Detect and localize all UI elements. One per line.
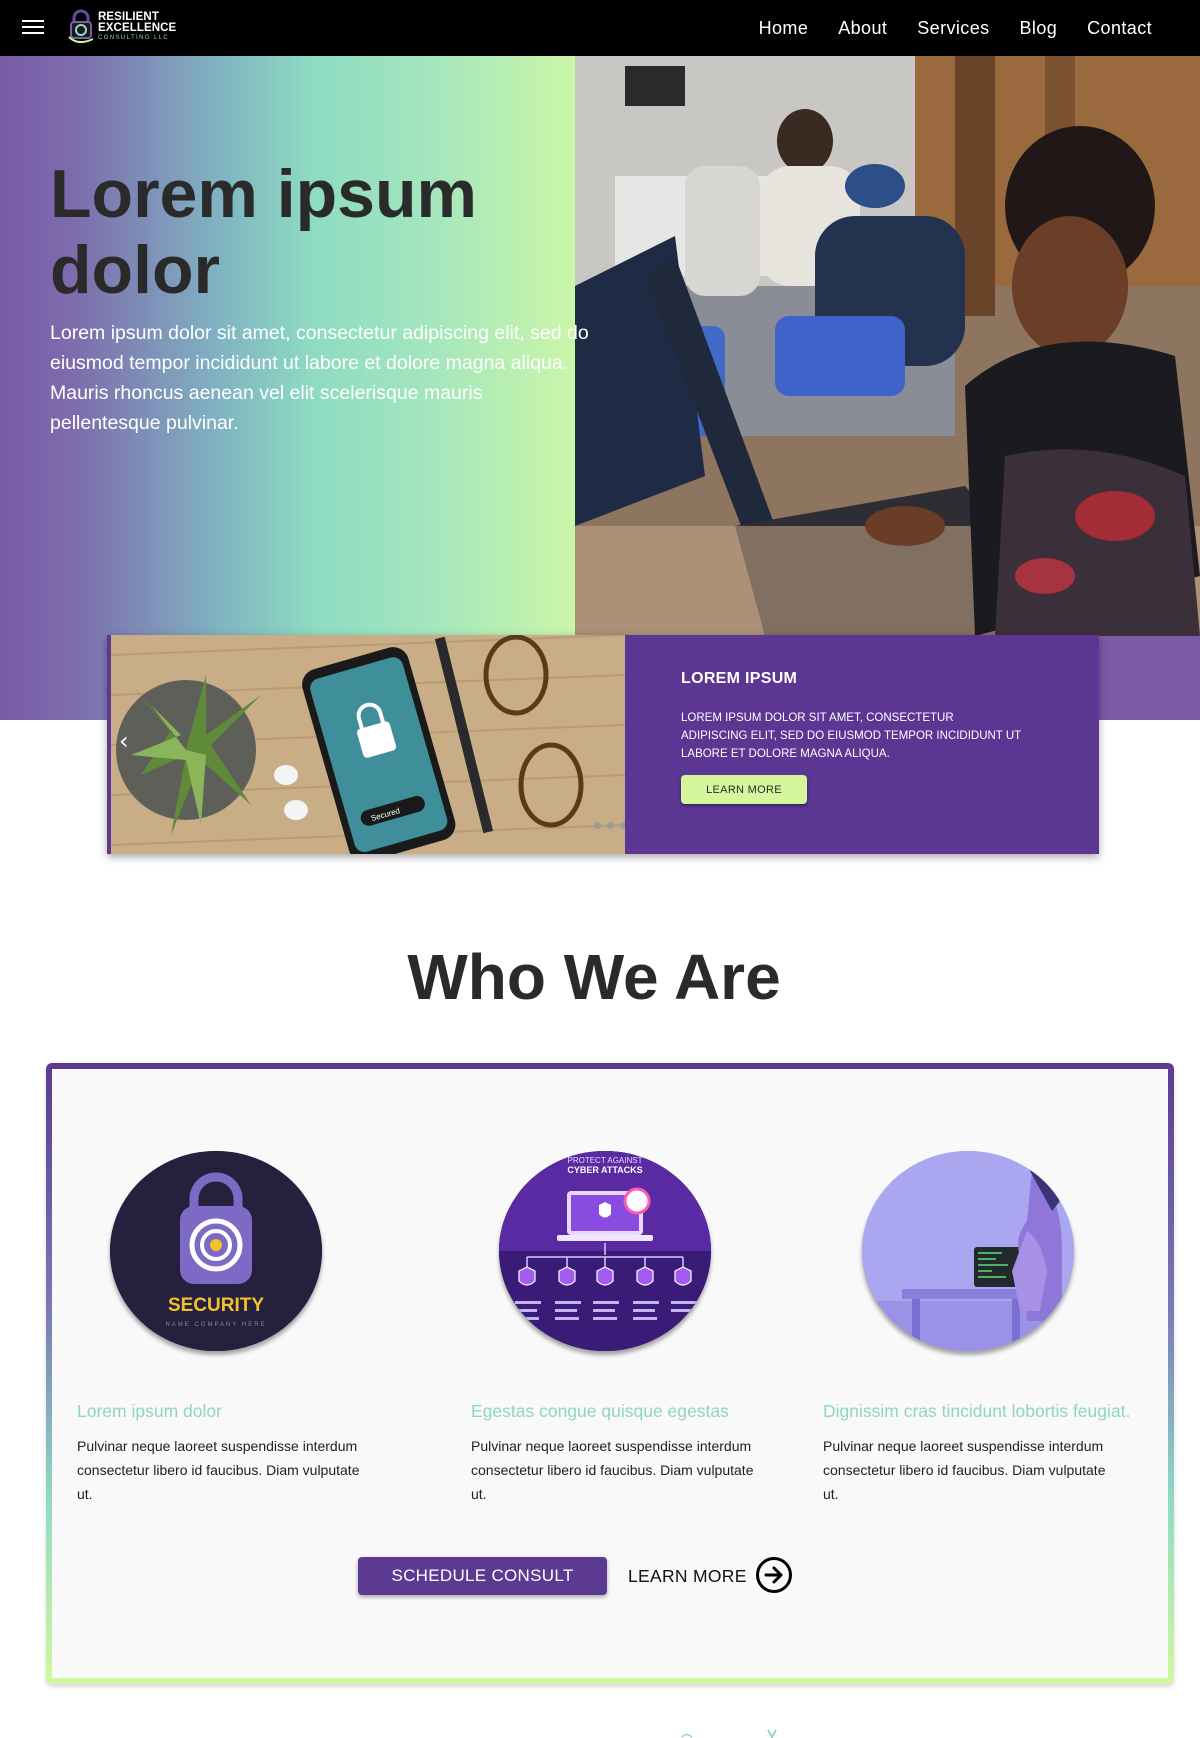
logo-mark-icon [68, 9, 94, 43]
service-title-2[interactable]: Egestas congue quisque egestas [471, 1401, 729, 1422]
cta-row: SCHEDULE CONSULT LEARN MORE [358, 1557, 818, 1597]
next-section-peek [681, 1729, 777, 1738]
service-text-3: Pulvinar neque laoreet suspendisse inter… [823, 1438, 1106, 1502]
security-illustration: SECURITY NAME COMPANY HERE [110, 1151, 322, 1351]
infographic-subheading: CYBER ATTACKS [567, 1165, 642, 1175]
workstation-illustration [862, 1151, 1074, 1351]
cyber-attacks-infographic: PROTECT AGAINST CYBER ATTACKS [499, 1151, 711, 1351]
security-logo-subtext: NAME COMPANY HERE [165, 1322, 266, 1328]
nav-link-home[interactable]: Home [759, 18, 809, 39]
menu-icon[interactable] [22, 20, 44, 36]
arrow-right-circle-icon[interactable] [756, 1557, 792, 1593]
nav-link-about[interactable]: About [838, 18, 887, 39]
cyber-attacks-illustration: PROTECT AGAINST CYBER ATTACKS [499, 1151, 711, 1351]
slide-title: LOREM IPSUM [681, 670, 798, 687]
slide-learn-more-button[interactable]: LEARN MORE [681, 775, 807, 804]
security-logo-text: SECURITY [168, 1295, 264, 1316]
workstation-scene [862, 1151, 1074, 1351]
service-text-1: Pulvinar neque laoreet suspendisse inter… [77, 1438, 360, 1502]
hero-description: Lorem ipsum dolor sit amet, consectetur … [50, 322, 589, 434]
nav-link-contact[interactable]: Contact [1087, 18, 1152, 39]
infographic-heading: PROTECT AGAINST [568, 1156, 643, 1165]
slider-dot[interactable] [594, 822, 601, 829]
logo-line-2: EXCELLENCE [98, 22, 177, 34]
arrow-right-glyph [764, 1566, 783, 1584]
hero-section: Lorem ipsum dolor Lorem ipsum dolor sit … [0, 56, 1200, 720]
slide-content-panel: LOREM IPSUM LOREM IPSUM DOLOR SIT AMET, … [625, 635, 1099, 854]
slide-text: LOREM IPSUM DOLOR SIT AMET, CONSECTETUR … [681, 712, 1021, 760]
service-title-1[interactable]: Lorem ipsum dolor [77, 1401, 222, 1422]
nav-link-blog[interactable]: Blog [1020, 18, 1058, 39]
who-we-are-card: SECURITY NAME COMPANY HERE Lorem ipsum d… [46, 1063, 1174, 1684]
top-nav: RESILIENT EXCELLENCE CONSULTING LLC Home… [0, 0, 1200, 56]
company-logo[interactable]: RESILIENT EXCELLENCE CONSULTING LLC [66, 9, 196, 47]
slider-dots [594, 822, 625, 829]
learn-more-link[interactable]: LEARN MORE [628, 1566, 747, 1587]
who-we-are-heading: Who We Are [407, 941, 781, 1013]
slider-dot[interactable] [607, 822, 614, 829]
schedule-consult-button[interactable]: SCHEDULE CONSULT [358, 1557, 607, 1595]
feature-slider: Secured ‹ LOREM IPSUM LOREM IPSUM DOLOR … [107, 635, 1099, 854]
nav-link-services[interactable]: Services [917, 18, 989, 39]
slide-image: Secured ‹ [107, 635, 625, 854]
nav-links: Home About Services Blog Contact [729, 0, 1152, 56]
slider-prev-button[interactable]: ‹ [119, 727, 129, 755]
hero-office-photo [575, 56, 1200, 636]
security-logo-image: SECURITY NAME COMPANY HERE [110, 1151, 322, 1351]
service-text-2: Pulvinar neque laoreet suspendisse inter… [471, 1438, 754, 1502]
logo-text: RESILIENT EXCELLENCE CONSULTING LLC [98, 11, 177, 42]
service-title-3[interactable]: Dignissim cras tincidunt lobortis feugia… [823, 1401, 1130, 1422]
logo-line-3: CONSULTING LLC [98, 35, 170, 41]
hero-title: Lorem ipsum dolor [50, 156, 477, 308]
office-photo-illustration [575, 56, 1200, 636]
phone-desk-illustration: Secured [111, 635, 625, 854]
